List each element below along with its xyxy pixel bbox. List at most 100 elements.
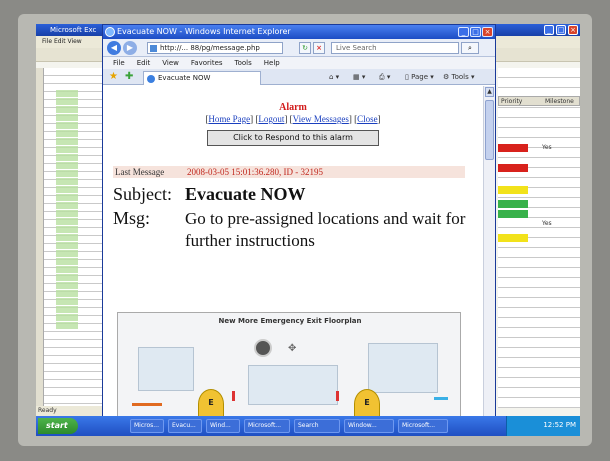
forward-arrow-icon[interactable]: ▶ — [123, 41, 137, 55]
respond-button[interactable]: Click to Respond to this alarm — [207, 130, 379, 146]
excel-maximize-button[interactable]: □ — [556, 25, 566, 35]
screen: Microsoft Exc _ □ × File Edit View Prior… — [36, 24, 580, 436]
status-cell-yellow — [498, 186, 528, 194]
menu-edit[interactable]: Edit — [137, 57, 151, 69]
last-message-row: Last Message 2008-03-05 15:01:36.280, ID… — [113, 166, 465, 178]
taskbar-item[interactable]: Micros... — [130, 419, 164, 433]
last-message-label: Last Message — [115, 167, 165, 177]
page-icon — [150, 45, 157, 52]
add-favorite-icon[interactable]: ✚ — [125, 71, 133, 82]
exit-door-marker — [232, 391, 235, 401]
status-cell-yellow — [498, 234, 528, 242]
menu-file[interactable]: File — [113, 57, 125, 69]
floorplan-image: New More Emergency Exit Floorplan ✥ E E — [117, 312, 461, 416]
tab-evacuate-now[interactable]: Evacuate NOW — [143, 71, 261, 85]
logout-link[interactable]: Logout — [258, 114, 284, 124]
page-menu[interactable]: ▯ Page ▾ — [405, 72, 434, 82]
exit-route-arrow — [132, 403, 162, 406]
col-milestone: Milestone — [545, 98, 574, 105]
favorites-star-icon[interactable]: ★ — [109, 71, 118, 82]
excel-status-bar: Ready — [36, 406, 102, 416]
taskbar-item[interactable]: Search — [294, 419, 340, 433]
menu-view[interactable]: View — [162, 57, 179, 69]
last-message-value: 2008-03-05 15:01:36.280, ID - 32195 — [187, 167, 323, 177]
address-bar-row: ◀ ▶ http://... 88/pg/message.php ↻ × Liv… — [103, 39, 495, 57]
taskbar-item[interactable]: Microsoft... — [244, 419, 290, 433]
address-text: http://... 88/pg/message.php — [160, 44, 260, 52]
ie-window: Evacuate NOW - Windows Internet Explorer… — [102, 24, 496, 416]
print-icon[interactable]: ⎙ ▾ — [379, 72, 390, 82]
excel-status-text: Ready — [38, 407, 57, 414]
floorplan-room — [368, 343, 438, 393]
excel-menu: File Edit View — [42, 38, 82, 45]
back-arrow-icon[interactable]: ◀ — [107, 41, 121, 55]
search-input[interactable]: Live Search — [331, 42, 459, 54]
excel-minimize-button[interactable]: _ — [544, 25, 554, 35]
exit-door-marker — [336, 391, 339, 401]
stop-icon[interactable]: × — [313, 42, 325, 54]
floorplan-title: New More Emergency Exit Floorplan — [218, 317, 362, 325]
tab-label: Evacuate NOW — [158, 74, 211, 82]
excel-close-button[interactable]: × — [568, 25, 578, 35]
ie-title-bar[interactable]: Evacuate NOW - Windows Internet Explorer… — [103, 25, 495, 39]
ie-menu-bar: File Edit View Favorites Tools Help — [103, 57, 495, 69]
feeds-icon[interactable]: ▦ ▾ — [353, 72, 365, 82]
scroll-up-icon[interactable]: ▲ — [485, 87, 494, 97]
subject-value: Evacuate NOW — [185, 184, 306, 204]
col-priority: Priority — [501, 98, 523, 105]
milestone-cell: Yes — [542, 144, 552, 151]
milestone-cell: Yes — [542, 220, 552, 227]
exit-marker: E — [198, 389, 224, 416]
alarm-title: Alarm — [279, 102, 307, 113]
status-cell-red — [498, 144, 528, 152]
taskbar-item[interactable]: Evacu... — [168, 419, 202, 433]
exit-marker: E — [354, 389, 380, 416]
clock: 12:52 PM — [543, 421, 576, 429]
taskbar-item[interactable]: Wind... — [206, 419, 240, 433]
tab-page-icon — [147, 75, 155, 83]
msg-label: Msg: — [113, 208, 151, 228]
subject-label: Subject: — [113, 184, 172, 204]
close-link[interactable]: Close — [357, 114, 378, 124]
ie-title: Evacuate NOW - Windows Internet Explorer — [117, 27, 291, 36]
refresh-icon[interactable]: ↻ — [299, 42, 311, 54]
menu-favorites[interactable]: Favorites — [191, 57, 223, 69]
excel-row-headers — [36, 68, 44, 408]
status-cell-green — [498, 200, 528, 208]
camera-marker-icon — [254, 339, 272, 357]
scroll-thumb[interactable] — [485, 100, 494, 160]
start-button[interactable]: start — [38, 418, 78, 434]
tools-menu[interactable]: ⚙ Tools ▾ — [443, 72, 475, 82]
taskbar-item[interactable]: Microsoft... — [398, 419, 448, 433]
status-cell-red — [498, 164, 528, 172]
floorplan-room — [248, 365, 338, 405]
vertical-scrollbar[interactable]: ▲ — [483, 86, 495, 416]
excel-title: Microsoft Exc — [50, 26, 97, 34]
excel-column-headers: Priority Milestone — [498, 96, 580, 106]
view-messages-link[interactable]: View Messages — [293, 114, 349, 124]
ie-icon — [105, 27, 115, 37]
menu-help[interactable]: Help — [264, 57, 280, 69]
close-button[interactable]: × — [482, 27, 493, 37]
search-icon[interactable]: ⌕ — [461, 42, 479, 54]
taskbar: start Micros... Evacu... Wind... Microso… — [36, 416, 580, 436]
taskbar-item[interactable]: Window... — [344, 419, 394, 433]
tools-menu-label: Tools — [451, 73, 469, 81]
minimize-button[interactable]: _ — [458, 27, 469, 37]
address-input[interactable]: http://... 88/pg/message.php — [147, 42, 283, 54]
exit-route-arrow — [434, 397, 448, 400]
search-placeholder: Live Search — [336, 44, 377, 52]
maximize-button[interactable]: □ — [470, 27, 481, 37]
nav-links: [Home Page] [Logout] [View Messages] [Cl… — [205, 114, 381, 124]
home-page-link[interactable]: Home Page — [208, 114, 250, 124]
ie-tab-row: ★ ✚ Evacuate NOW ⌂ ▾ ▦ ▾ ⎙ ▾ ▯ Page ▾ ⚙ … — [103, 69, 495, 85]
compass-icon: ✥ — [288, 343, 297, 354]
page-content: Alarm [Home Page] [Logout] [View Message… — [103, 86, 483, 416]
menu-tools[interactable]: Tools — [235, 57, 252, 69]
status-cell-green — [498, 210, 528, 218]
home-icon[interactable]: ⌂ ▾ — [329, 72, 339, 82]
msg-value: Go to pre-assigned locations and wait fo… — [185, 209, 466, 250]
system-tray: 12:52 PM — [506, 416, 580, 436]
excel-green-cells — [56, 90, 78, 330]
page-menu-label: Page — [411, 73, 429, 81]
